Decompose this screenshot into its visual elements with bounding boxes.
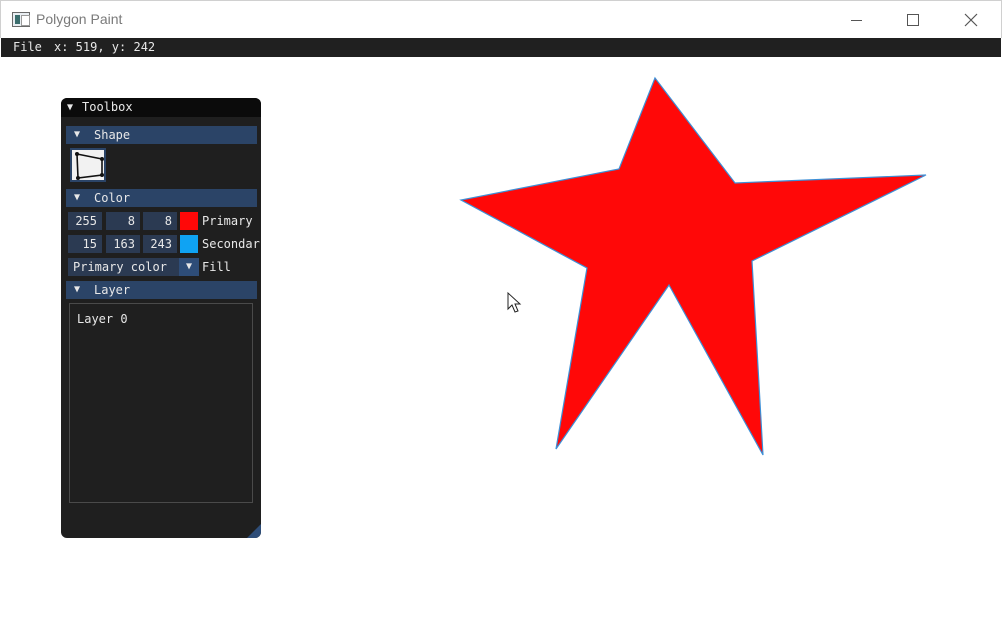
toolbox-title-bar[interactable]: ▼ Toolbox [61, 98, 261, 117]
expand-arrow-icon: ▼ [74, 129, 81, 140]
star-polygon[interactable] [459, 76, 927, 456]
toolbox-title: Toolbox [82, 100, 133, 114]
expand-arrow-icon: ▼ [74, 284, 81, 295]
layer-header[interactable]: ▼ Layer [66, 281, 257, 299]
shape-header-label: Shape [94, 128, 131, 142]
primary-g-input[interactable]: 8 [106, 212, 140, 230]
secondary-label: Secondar [202, 237, 260, 251]
secondary-r-input[interactable]: 15 [68, 235, 102, 253]
color-header[interactable]: ▼ Color [66, 189, 257, 207]
primary-r-input[interactable]: 255 [68, 212, 102, 230]
collapse-arrow-icon[interactable]: ▼ [67, 98, 73, 117]
resize-grip-icon[interactable] [247, 524, 261, 538]
polygon-tool-button[interactable] [70, 148, 106, 182]
primary-b-input[interactable]: 8 [143, 212, 177, 230]
secondary-b-input[interactable]: 243 [143, 235, 177, 253]
polygon-icon [75, 152, 104, 180]
secondary-color-swatch[interactable] [180, 235, 198, 253]
shape-header[interactable]: ▼ Shape [66, 126, 257, 144]
layer-list[interactable]: Layer 0 [69, 303, 253, 503]
color-header-label: Color [94, 191, 131, 205]
expand-arrow-icon: ▼ [74, 192, 81, 203]
chevron-down-icon[interactable]: ▼ [179, 258, 199, 276]
layer-item[interactable]: Layer 0 [77, 312, 128, 326]
secondary-g-input[interactable]: 163 [106, 235, 140, 253]
primary-label: Primary [202, 214, 253, 228]
layer-header-label: Layer [94, 283, 131, 297]
fill-label: Fill [202, 260, 231, 274]
mouse-cursor-icon [507, 291, 522, 313]
primary-color-swatch[interactable] [180, 212, 198, 230]
toolbox-window[interactable]: ▼ Toolbox ▼ Shape ▼ Color 255 8 8 Primar… [61, 98, 261, 538]
